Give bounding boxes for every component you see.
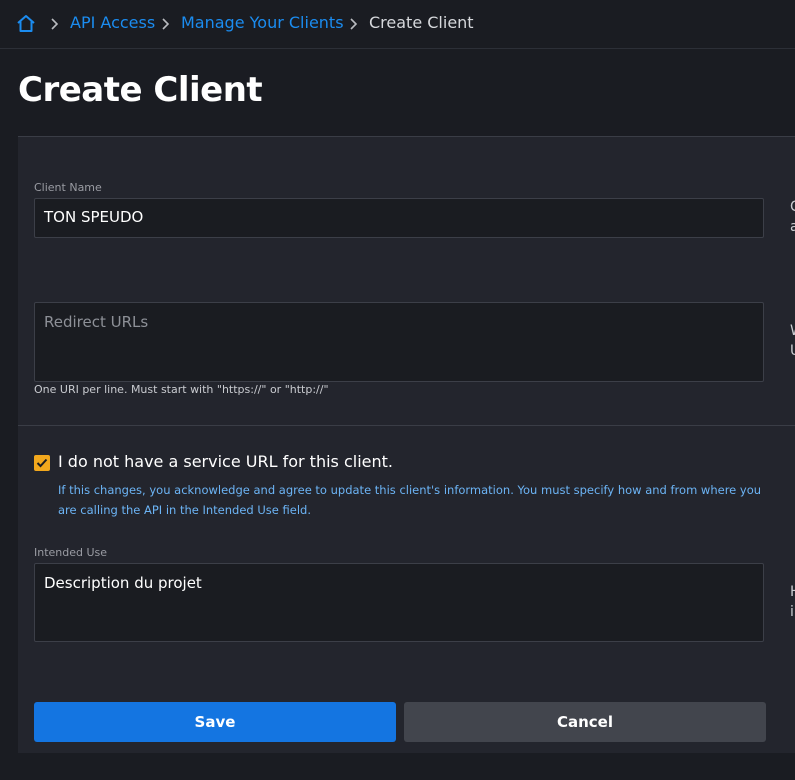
client-name-input[interactable]: TON SPEUDO <box>34 198 764 238</box>
no-service-url-info: If this changes, you acknowledge and agr… <box>58 483 762 517</box>
side-text-line: U <box>790 343 795 359</box>
redirect-urls-side-text: W U <box>790 321 795 361</box>
breadcrumb-link-manage-clients[interactable]: Manage Your Clients <box>181 13 344 32</box>
side-text-line: H <box>790 584 795 600</box>
side-text-line: W <box>790 323 795 339</box>
no-service-url-label[interactable]: I do not have a service URL for this cli… <box>58 452 393 471</box>
client-name-label: Client Name <box>34 181 102 194</box>
side-text-line: a <box>790 219 795 235</box>
section-divider <box>18 425 795 426</box>
client-name-value: TON SPEUDO <box>44 208 144 226</box>
intended-use-label: Intended Use <box>34 546 108 559</box>
redirect-urls-placeholder: Redirect URLs <box>44 313 149 331</box>
page-title: Create Client <box>18 70 263 110</box>
side-text-line: i <box>790 604 794 620</box>
client-name-side-text: C a <box>790 197 795 237</box>
intended-use-side-text: H i <box>790 582 795 622</box>
side-text-line: C <box>790 199 795 215</box>
breadcrumb: API Access Manage Your Clients Create Cl… <box>0 0 795 49</box>
create-client-form: Client Name TON SPEUDO C a Redirect URLs… <box>18 136 795 753</box>
checkmark-icon <box>36 458 48 468</box>
no-service-url-checkbox[interactable] <box>34 455 50 471</box>
save-button[interactable]: Save <box>34 702 396 742</box>
chevron-right-icon <box>349 15 359 33</box>
chevron-right-icon <box>161 15 171 33</box>
intended-use-textarea[interactable]: Description du projet <box>34 563 764 642</box>
chevron-right-icon <box>50 15 60 33</box>
breadcrumb-link-api-access[interactable]: API Access <box>70 13 155 32</box>
redirect-urls-help: One URI per line. Must start with "https… <box>34 383 329 396</box>
intended-use-value: Description du projet <box>44 574 202 592</box>
redirect-urls-textarea[interactable]: Redirect URLs <box>34 302 764 382</box>
cancel-button[interactable]: Cancel <box>404 702 766 742</box>
breadcrumb-current: Create Client <box>369 13 474 32</box>
home-icon[interactable] <box>15 14 37 34</box>
